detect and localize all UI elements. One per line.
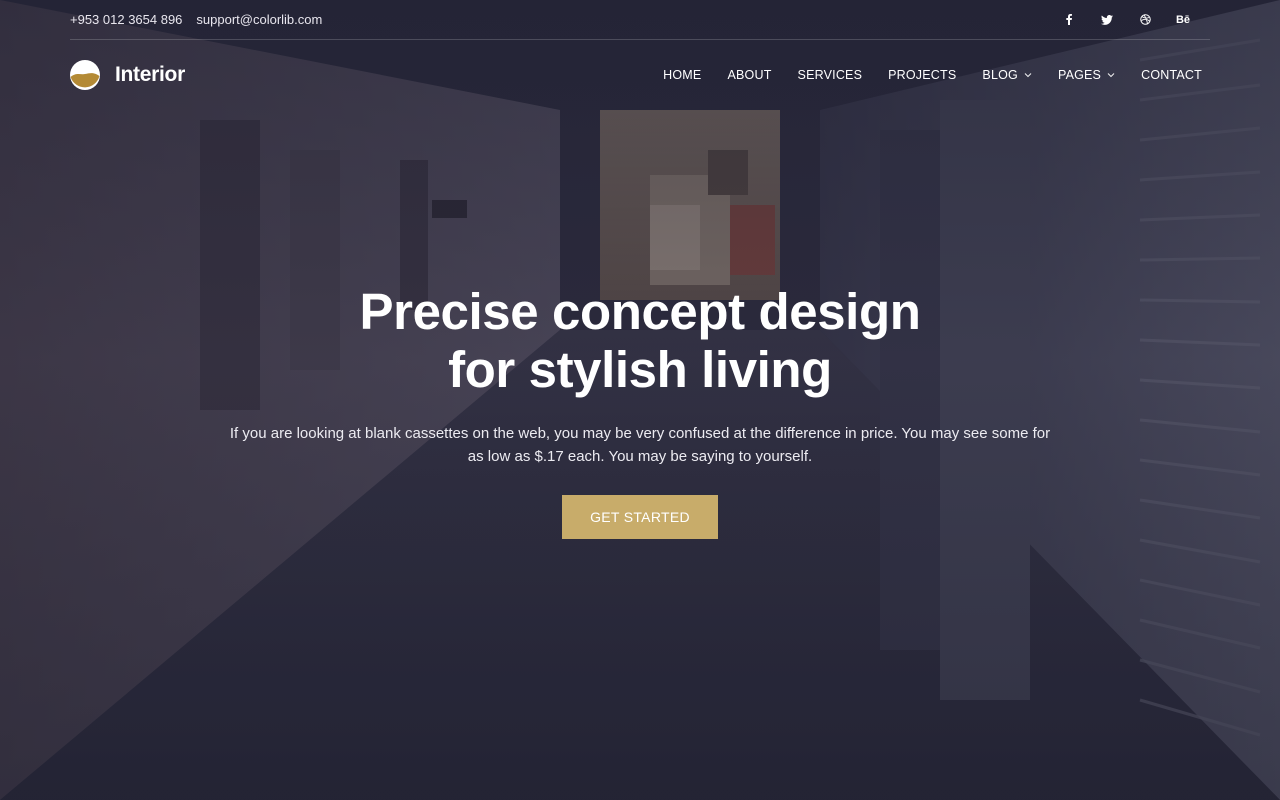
nav-home-label: HOME	[663, 68, 702, 82]
nav-projects-label: PROJECTS	[888, 68, 957, 82]
hero-title: Precise concept design for stylish livin…	[260, 283, 1020, 399]
nav-blog-label: BLOG	[982, 68, 1018, 82]
email-address[interactable]: support@colorlib.com	[196, 12, 322, 27]
nav-about-label: ABOUT	[727, 68, 772, 82]
dribbble-icon[interactable]	[1126, 10, 1164, 30]
nav-home[interactable]: HOME	[663, 68, 701, 82]
brand-logo-link[interactable]: Interior	[70, 60, 185, 90]
nav-contact-label: CONTACT	[1141, 68, 1202, 82]
chevron-down-icon	[1107, 72, 1115, 78]
main-nav: HOME ABOUT SERVICES PROJECTS BLOG PAGES …	[637, 68, 1202, 82]
hero-title-line-1: Precise concept design	[359, 283, 921, 340]
twitter-icon[interactable]	[1088, 10, 1126, 30]
hero-description: If you are looking at blank cassettes on…	[229, 425, 1051, 465]
nav-contact[interactable]: CONTACT	[1141, 68, 1202, 82]
nav-blog[interactable]: BLOG	[982, 68, 1032, 82]
behance-icon[interactable]: Bē	[1164, 10, 1202, 30]
top-bar: +953 012 3654 896 support@colorlib.com B…	[70, 0, 1210, 40]
site-header: Interior HOME ABOUT SERVICES PROJECTS BL…	[70, 40, 1210, 110]
nav-pages[interactable]: PAGES	[1058, 68, 1115, 82]
nav-services[interactable]: SERVICES	[798, 68, 863, 82]
logo-icon	[70, 60, 100, 90]
chevron-down-icon	[1024, 72, 1032, 78]
nav-services-label: SERVICES	[797, 68, 863, 82]
hero-title-line-2: for stylish living	[448, 341, 832, 398]
social-links: Bē	[1050, 10, 1202, 30]
hero-section: +953 012 3654 896 support@colorlib.com B…	[0, 0, 1280, 800]
facebook-icon[interactable]	[1050, 10, 1088, 30]
hero-content: Precise concept design for stylish livin…	[0, 283, 1280, 539]
nav-pages-label: PAGES	[1057, 68, 1102, 82]
nav-projects[interactable]: PROJECTS	[888, 68, 956, 82]
nav-about[interactable]: ABOUT	[727, 68, 771, 82]
contact-info: +953 012 3654 896 support@colorlib.com	[70, 12, 322, 27]
phone-number[interactable]: +953 012 3654 896	[70, 12, 182, 27]
brand-name: Interior	[115, 63, 185, 86]
get-started-button[interactable]: GET STARTED	[562, 495, 718, 539]
